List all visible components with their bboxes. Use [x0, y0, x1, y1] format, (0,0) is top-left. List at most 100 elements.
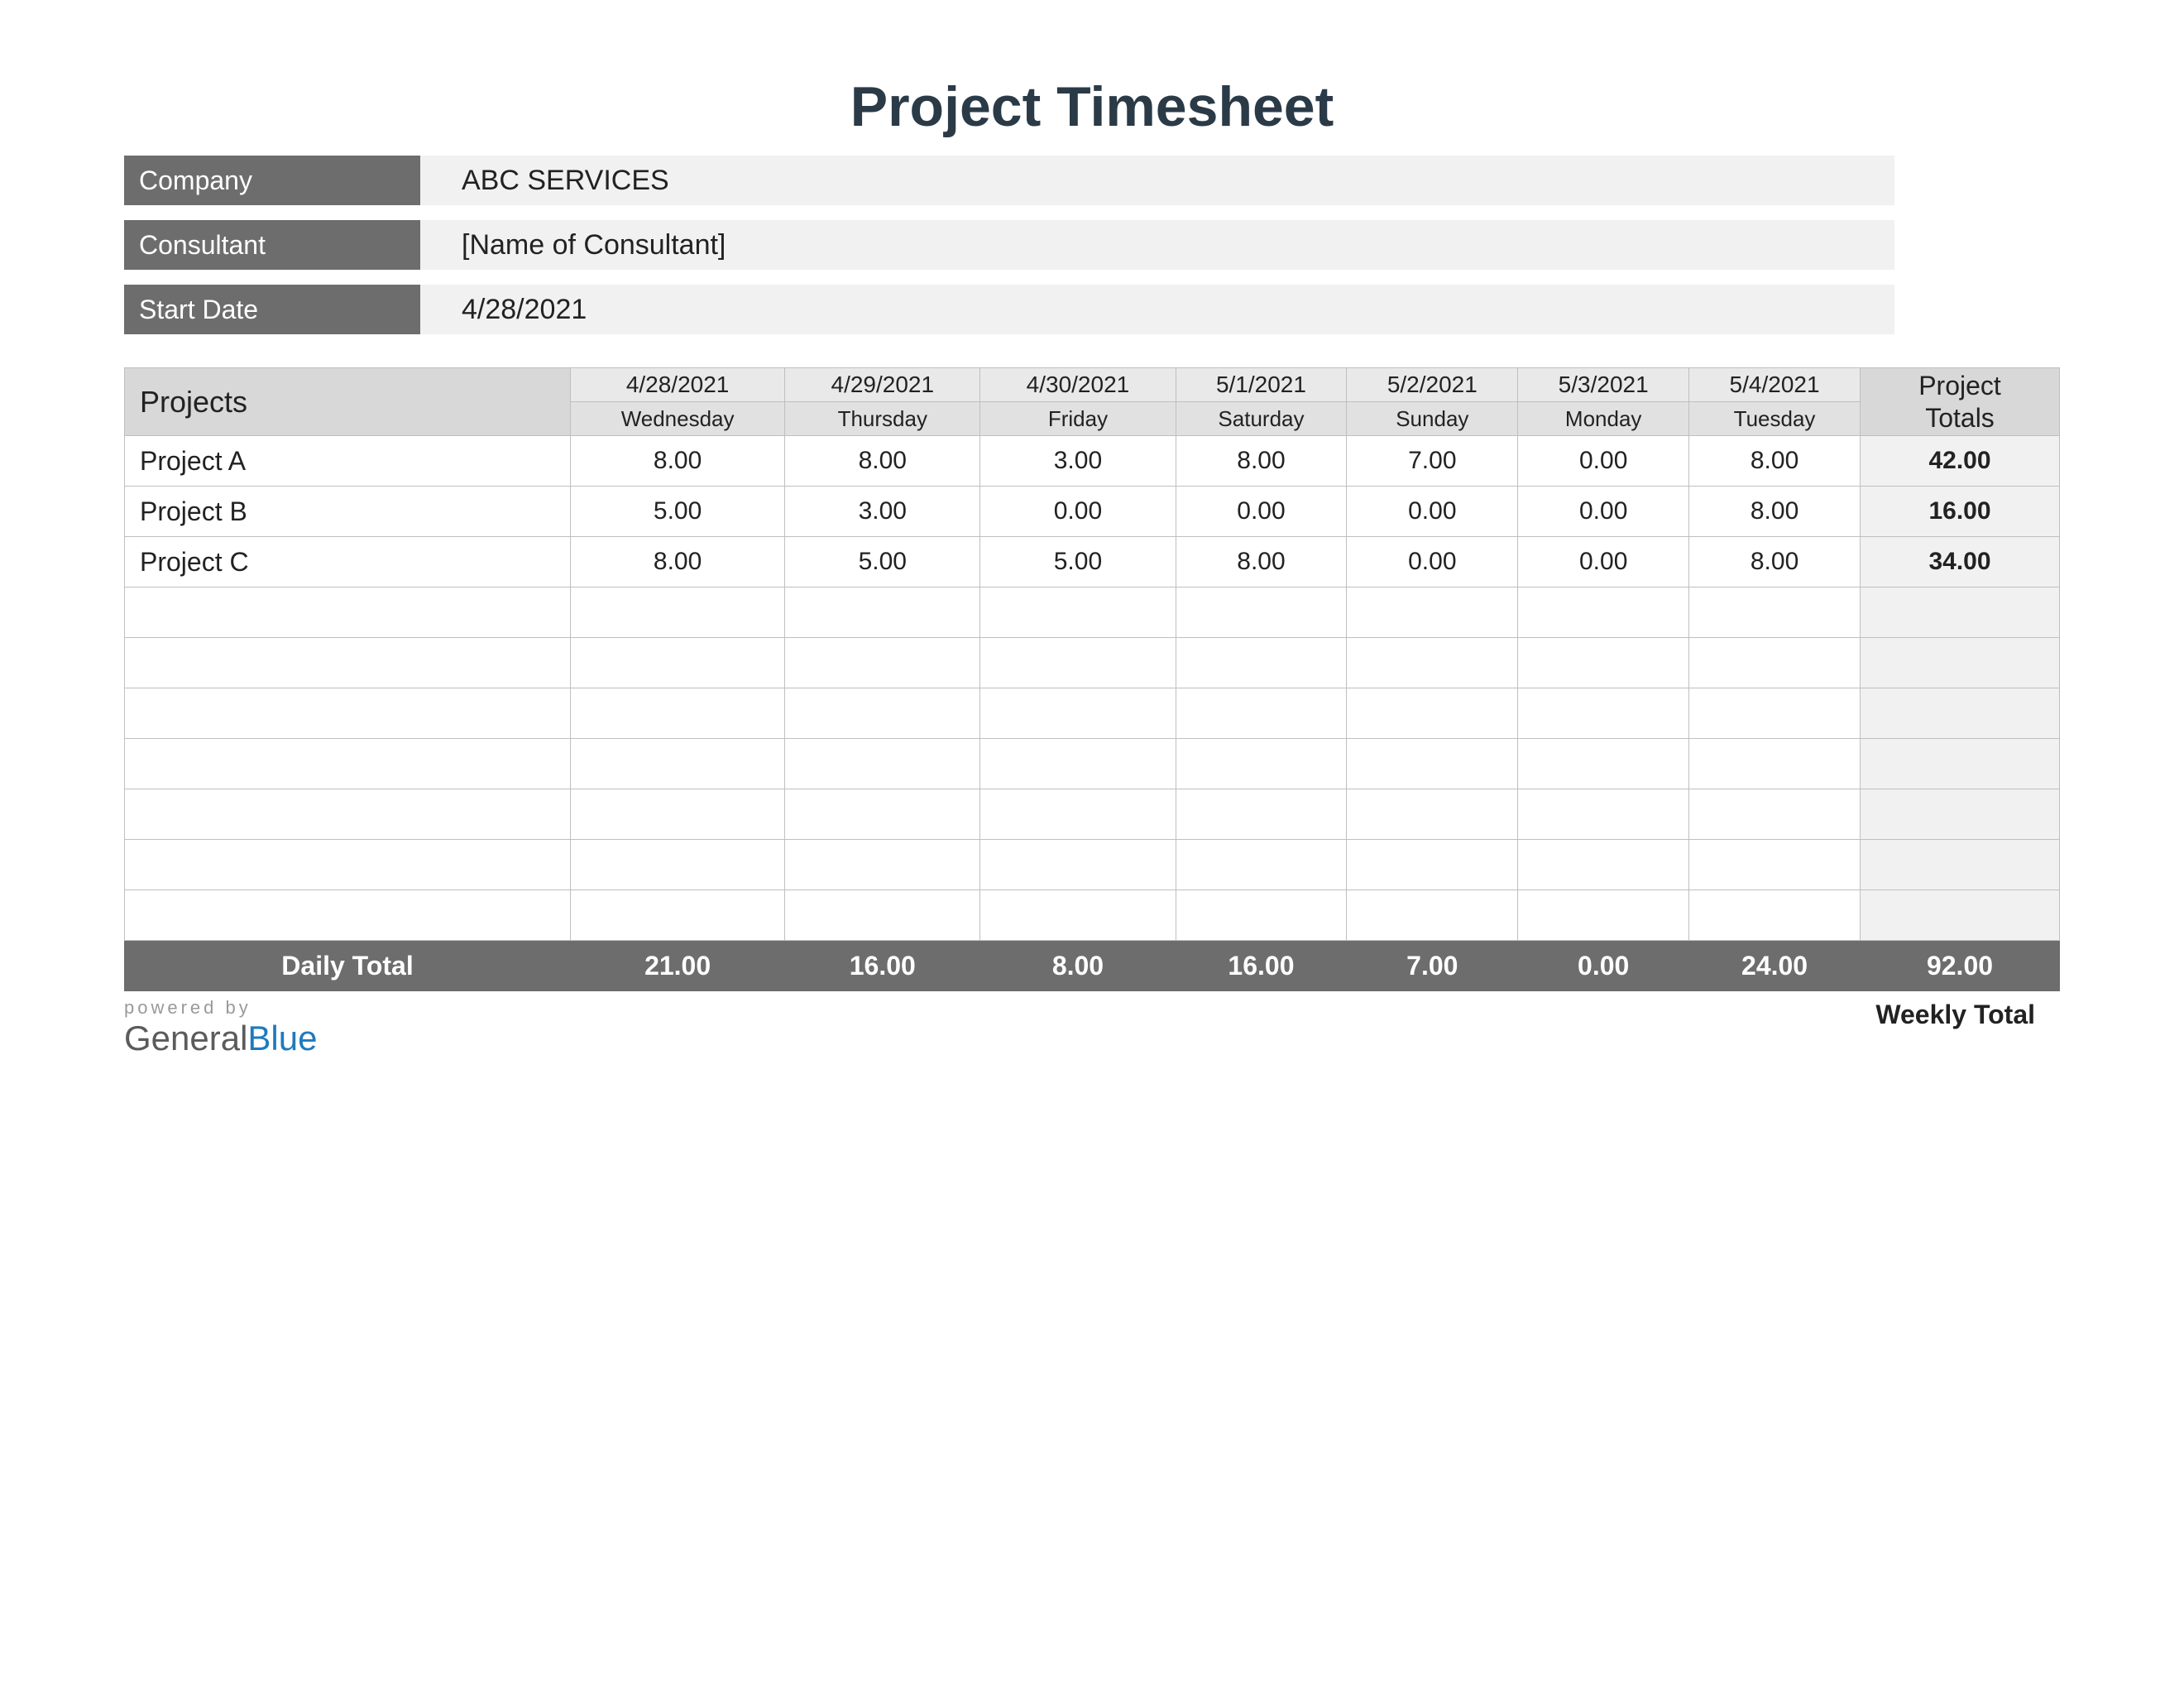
project-name-cell[interactable]: Project A: [125, 436, 571, 487]
hours-cell[interactable]: [785, 587, 980, 638]
hours-cell[interactable]: 0.00: [1518, 487, 1689, 537]
project-name-cell[interactable]: [125, 587, 571, 638]
hours-cell[interactable]: [1518, 890, 1689, 941]
project-name-cell[interactable]: [125, 638, 571, 688]
hours-cell[interactable]: [1689, 587, 1861, 638]
project-name-cell[interactable]: [125, 789, 571, 840]
hours-cell[interactable]: 0.00: [1176, 487, 1347, 537]
hours-cell[interactable]: 8.00: [1176, 436, 1347, 487]
hours-cell[interactable]: [980, 638, 1176, 688]
hours-cell[interactable]: [1518, 840, 1689, 890]
hours-cell[interactable]: 0.00: [1518, 537, 1689, 587]
hours-cell[interactable]: [1176, 587, 1347, 638]
hours-cell[interactable]: [1176, 688, 1347, 739]
hours-cell[interactable]: [571, 587, 785, 638]
hours-cell[interactable]: [1518, 739, 1689, 789]
hours-cell[interactable]: [980, 688, 1176, 739]
consultant-value[interactable]: [Name of Consultant]: [420, 220, 1894, 270]
hours-cell[interactable]: 0.00: [1347, 487, 1518, 537]
hours-cell[interactable]: [1518, 789, 1689, 840]
hours-cell[interactable]: [1689, 688, 1861, 739]
hours-cell[interactable]: [1347, 890, 1518, 941]
hours-cell[interactable]: 8.00: [1689, 537, 1861, 587]
hours-cell[interactable]: 5.00: [980, 537, 1176, 587]
header-day: Monday: [1518, 402, 1689, 436]
hours-cell[interactable]: [1176, 638, 1347, 688]
hours-cell[interactable]: [785, 840, 980, 890]
start-date-row: Start Date 4/28/2021: [124, 285, 2060, 334]
hours-cell[interactable]: [980, 587, 1176, 638]
hours-cell[interactable]: [1518, 688, 1689, 739]
project-name-cell[interactable]: Project C: [125, 537, 571, 587]
header-totals: ProjectTotals: [1861, 368, 2060, 436]
hours-cell[interactable]: [1176, 890, 1347, 941]
hours-cell[interactable]: [1347, 739, 1518, 789]
hours-cell[interactable]: [1689, 638, 1861, 688]
project-name-cell[interactable]: [125, 840, 571, 890]
hours-cell[interactable]: [571, 688, 785, 739]
hours-cell[interactable]: 0.00: [980, 487, 1176, 537]
hours-cell[interactable]: 8.00: [1176, 537, 1347, 587]
hours-cell[interactable]: [785, 688, 980, 739]
hours-cell[interactable]: [785, 739, 980, 789]
project-name-cell[interactable]: [125, 688, 571, 739]
hours-cell[interactable]: [1689, 739, 1861, 789]
hours-cell[interactable]: [571, 739, 785, 789]
hours-cell[interactable]: [1518, 587, 1689, 638]
header-day: Tuesday: [1689, 402, 1861, 436]
hours-cell[interactable]: [1176, 789, 1347, 840]
hours-cell[interactable]: 8.00: [571, 537, 785, 587]
hours-cell[interactable]: [785, 890, 980, 941]
hours-cell[interactable]: [1176, 739, 1347, 789]
hours-cell[interactable]: 8.00: [785, 436, 980, 487]
header-date: 5/4/2021: [1689, 368, 1861, 402]
hours-cell[interactable]: [785, 789, 980, 840]
hours-cell[interactable]: 3.00: [785, 487, 980, 537]
hours-cell[interactable]: 3.00: [980, 436, 1176, 487]
hours-cell[interactable]: 8.00: [571, 436, 785, 487]
hours-cell[interactable]: 0.00: [1347, 537, 1518, 587]
hours-cell[interactable]: [785, 638, 980, 688]
hours-cell[interactable]: 0.00: [1518, 436, 1689, 487]
hours-cell[interactable]: [1347, 638, 1518, 688]
project-name-cell[interactable]: [125, 739, 571, 789]
company-label: Company: [124, 156, 420, 205]
table-row: [125, 789, 2060, 840]
hours-cell[interactable]: [980, 789, 1176, 840]
hours-cell[interactable]: [980, 739, 1176, 789]
hours-cell[interactable]: 7.00: [1347, 436, 1518, 487]
hours-cell[interactable]: [980, 890, 1176, 941]
header-day: Sunday: [1347, 402, 1518, 436]
table-row: [125, 890, 2060, 941]
hours-cell[interactable]: [571, 789, 785, 840]
hours-cell[interactable]: [1347, 840, 1518, 890]
hours-cell[interactable]: [1347, 688, 1518, 739]
hours-cell[interactable]: [1347, 789, 1518, 840]
hours-cell[interactable]: 5.00: [785, 537, 980, 587]
header-date: 5/1/2021: [1176, 368, 1347, 402]
hours-cell[interactable]: [571, 638, 785, 688]
hours-cell[interactable]: [571, 840, 785, 890]
hours-cell[interactable]: [1689, 890, 1861, 941]
hours-cell[interactable]: [1689, 840, 1861, 890]
hours-cell[interactable]: [1689, 789, 1861, 840]
start-date-value[interactable]: 4/28/2021: [420, 285, 1894, 334]
hours-cell[interactable]: [980, 840, 1176, 890]
daily-total-cell: 24.00: [1689, 941, 1861, 991]
hours-cell[interactable]: [1518, 638, 1689, 688]
hours-cell[interactable]: [1176, 840, 1347, 890]
hours-cell[interactable]: 5.00: [571, 487, 785, 537]
project-name-cell[interactable]: [125, 890, 571, 941]
project-name-cell[interactable]: Project B: [125, 487, 571, 537]
header-date: 4/28/2021: [571, 368, 785, 402]
daily-total-cell: 7.00: [1347, 941, 1518, 991]
table-row: Project C8.005.005.008.000.000.008.0034.…: [125, 537, 2060, 587]
row-total-cell: 16.00: [1861, 487, 2060, 537]
header-day: Saturday: [1176, 402, 1347, 436]
hours-cell[interactable]: [571, 890, 785, 941]
hours-cell[interactable]: 8.00: [1689, 487, 1861, 537]
row-total-cell: [1861, 890, 2060, 941]
company-value[interactable]: ABC SERVICES: [420, 156, 1894, 205]
hours-cell[interactable]: [1347, 587, 1518, 638]
hours-cell[interactable]: 8.00: [1689, 436, 1861, 487]
